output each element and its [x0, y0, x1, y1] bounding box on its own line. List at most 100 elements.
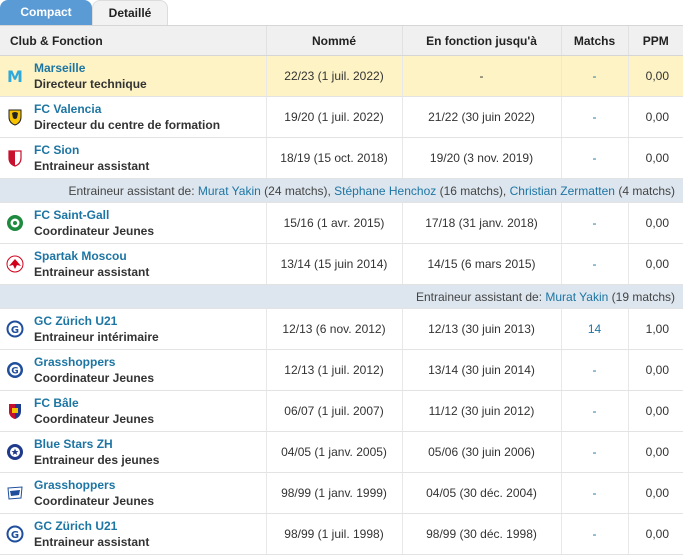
header-appointed[interactable]: Nommé: [265, 25, 402, 56]
table-row: M Marseille Directeur technique 22/23 (1 …: [0, 55, 683, 97]
match-count-label: (4 matchs): [614, 183, 675, 198]
appointed-date: 19/20 (1 juil. 2022): [265, 96, 402, 138]
function-label: Coordinateur Jeunes: [34, 224, 155, 238]
appointed-date: 12/13 (6 nov. 2012): [265, 308, 402, 350]
table-row: FC Saint-Gall Coordinateur Jeunes 15/16 (…: [0, 202, 683, 244]
table-row: G GC Zürich U21 Entraineur assistant 98/9…: [0, 513, 683, 555]
ppm-value: 0,00: [627, 390, 683, 432]
function-label: Entraineur des jeunes: [34, 453, 160, 467]
matches-count[interactable]: -: [560, 349, 628, 391]
club-name[interactable]: Marseille: [34, 60, 147, 76]
matches-count[interactable]: -: [560, 96, 628, 138]
matches-count[interactable]: -: [560, 202, 628, 244]
matches-count[interactable]: -: [560, 390, 628, 432]
header-until[interactable]: En fonction jusqu'à: [401, 25, 561, 56]
header-matches[interactable]: Matchs: [560, 25, 628, 56]
matches-count[interactable]: -: [560, 55, 628, 97]
until-date: 13/14 (30 juin 2014): [401, 349, 561, 391]
function-label: Coordinateur Jeunes: [34, 412, 155, 426]
ppm-value: 0,00: [627, 243, 683, 285]
appointed-date: 18/19 (15 oct. 2018): [265, 137, 402, 179]
table-row: FC Valencia Directeur du centre de format…: [0, 96, 683, 138]
appointed-date: 98/99 (1 janv. 1999): [265, 472, 402, 514]
table-row: Blue Stars ZH Entraineur des jeunes 04/05…: [0, 431, 683, 473]
club-name[interactable]: GC Zürich U21: [34, 313, 159, 329]
matches-count[interactable]: -: [560, 472, 628, 514]
appointed-date: 06/07 (1 juil. 2007): [265, 390, 402, 432]
blue-stars-crest-icon[interactable]: [6, 443, 24, 461]
svg-text:G: G: [11, 325, 19, 336]
tab-compact[interactable]: Compact: [0, 0, 92, 25]
function-label: Coordinateur Jeunes: [34, 494, 155, 508]
club-name[interactable]: FC Saint-Gall: [34, 207, 154, 223]
matches-count[interactable]: -: [560, 513, 628, 555]
matches-count[interactable]: -: [560, 243, 628, 285]
header-ppm[interactable]: PPM: [627, 25, 683, 56]
ppm-value: 1,00: [627, 308, 683, 350]
match-count-label: (16 matchs),: [436, 183, 510, 198]
table-header-row: Club & Fonction Nommé En fonction jusqu'…: [0, 25, 683, 56]
ppm-value: 0,00: [627, 431, 683, 473]
coach-link[interactable]: Christian Zermatten: [510, 184, 615, 198]
ppm-value: 0,00: [627, 96, 683, 138]
appointed-date: 15/16 (1 avr. 2015): [265, 202, 402, 244]
until-date: 12/13 (30 juin 2013): [401, 308, 561, 350]
table-row: G GC Zürich U21 Entraineur intérimaire 12…: [0, 308, 683, 350]
gc-zurich-crest-icon[interactable]: G: [6, 525, 24, 543]
matches-count[interactable]: -: [560, 431, 628, 473]
appointed-date: 12/13 (1 juil. 2012): [265, 349, 402, 391]
function-label: Directeur technique: [34, 77, 147, 91]
club-name[interactable]: FC Valencia: [34, 101, 220, 117]
fc-bale-crest-icon[interactable]: [6, 402, 24, 420]
coach-link[interactable]: Stéphane Henchoz: [334, 184, 436, 198]
function-label: Coordinateur Jeunes: [34, 371, 155, 385]
marseille-crest-icon[interactable]: M: [6, 67, 24, 85]
ppm-value: 0,00: [627, 202, 683, 244]
until-date: 14/15 (6 mars 2015): [401, 243, 561, 285]
function-label: Entraineur assistant: [34, 265, 150, 279]
valencia-crest-icon[interactable]: [6, 108, 24, 126]
svg-text:M: M: [7, 67, 23, 85]
appointed-date: 22/23 (1 juil. 2022): [265, 55, 402, 97]
coach-link[interactable]: Murat Yakin: [198, 184, 261, 198]
club-name[interactable]: Grasshoppers: [34, 354, 154, 370]
club-name[interactable]: FC Sion: [34, 142, 149, 158]
club-name[interactable]: Grasshoppers: [34, 477, 154, 493]
function-label: Entraineur intérimaire: [34, 330, 159, 344]
ppm-value: 0,00: [627, 55, 683, 97]
club-name[interactable]: Blue Stars ZH: [34, 436, 159, 452]
matches-count[interactable]: 14: [560, 308, 628, 350]
club-name[interactable]: GC Zürich U21: [34, 518, 149, 534]
ppm-value: 0,00: [627, 349, 683, 391]
sion-crest-icon[interactable]: [6, 149, 24, 167]
assistant-info-row: Entraineur assistant de: Murat Yakin (19…: [0, 284, 683, 309]
staff-history-table: Club & Fonction Nommé En fonction jusqu'…: [0, 25, 683, 555]
appointed-date: 04/05 (1 janv. 2005): [265, 431, 402, 473]
until-date: 11/12 (30 juin 2012): [401, 390, 561, 432]
assistant-info-row: Entraineur assistant de: Murat Yakin (24…: [0, 178, 683, 203]
function-label: Directeur du centre de formation: [34, 118, 221, 132]
club-name[interactable]: Spartak Moscou: [34, 248, 149, 264]
appointed-date: 13/14 (15 juin 2014): [265, 243, 402, 285]
info-prefix: Entraineur assistant de:: [68, 183, 198, 198]
club-name[interactable]: FC Bâle: [34, 395, 154, 411]
table-row: Spartak Moscou Entraineur assistant 13/14…: [0, 243, 683, 285]
grasshoppers-crest-icon[interactable]: G: [6, 361, 24, 379]
until-date: 17/18 (31 janv. 2018): [401, 202, 561, 244]
grasshoppers-crest-icon[interactable]: [6, 484, 24, 502]
gc-zurich-crest-icon[interactable]: G: [6, 320, 24, 338]
coach-link[interactable]: Murat Yakin: [545, 290, 608, 304]
spartak-crest-icon[interactable]: [6, 255, 24, 273]
matches-count[interactable]: -: [560, 137, 628, 179]
tab-detailed[interactable]: Detaillé: [92, 0, 168, 25]
header-club[interactable]: Club & Fonction: [0, 25, 266, 56]
svg-text:G: G: [11, 367, 18, 377]
table-row: FC Bâle Coordinateur Jeunes 06/07 (1 juil…: [0, 390, 683, 432]
saint-gall-crest-icon[interactable]: [6, 214, 24, 232]
until-date: -: [401, 55, 561, 97]
table-row: G Grasshoppers Coordinateur Jeunes 12/13 …: [0, 349, 683, 391]
ppm-value: 0,00: [627, 472, 683, 514]
until-date: 04/05 (30 déc. 2004): [401, 472, 561, 514]
function-label: Entraineur assistant: [34, 159, 150, 173]
ppm-value: 0,00: [627, 137, 683, 179]
